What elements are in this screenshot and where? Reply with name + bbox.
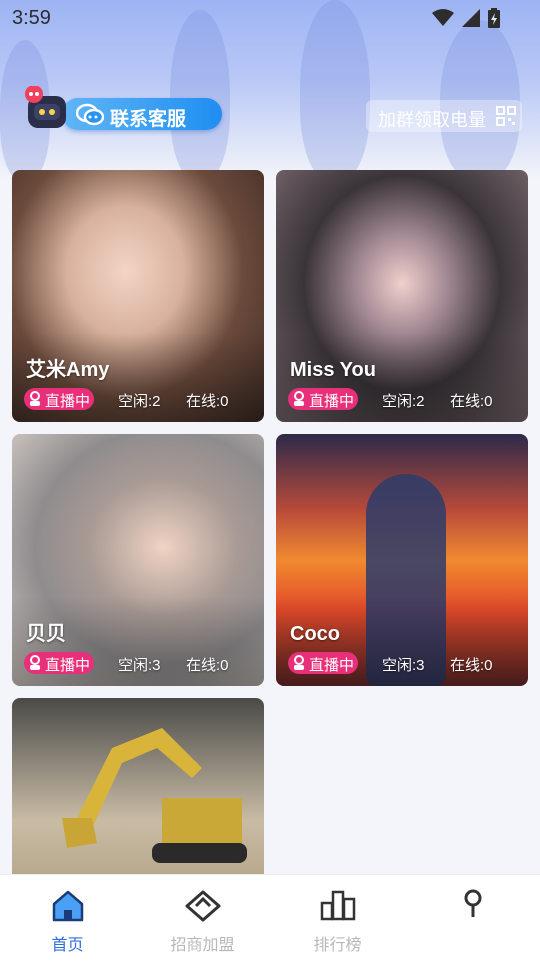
live-badge: 直播中: [288, 388, 358, 410]
chat-bubble-icon: [76, 103, 104, 126]
live-icon: [294, 391, 304, 406]
excavator-icon: [62, 728, 247, 863]
tab-franchise-label: 招商加盟: [170, 937, 235, 954]
qr-code-icon: [496, 106, 516, 126]
customer-service-label: 联系客服: [110, 109, 187, 130]
live-badge: 直播中: [288, 652, 358, 674]
streamer-card[interactable]: 艾米Amy 直播中 空闲:2 在线:0: [12, 170, 264, 422]
live-label: 直播中: [45, 657, 91, 674]
profile-icon: [464, 889, 481, 917]
online-count: 在线:0: [450, 393, 493, 410]
wifi-icon: [432, 9, 454, 26]
live-label: 直播中: [309, 657, 355, 674]
idle-count: 空闲:3: [382, 657, 425, 674]
streamer-card[interactable]: [12, 698, 264, 874]
live-label: 直播中: [309, 393, 355, 410]
bottom-tab-bar: 首页 招商加盟 排行榜: [0, 874, 540, 961]
tab-home[interactable]: 首页: [0, 875, 135, 961]
live-icon: [30, 655, 40, 670]
join-group-button[interactable]: 加群领取电量: [366, 100, 522, 132]
idle-count: 空闲:2: [382, 393, 425, 410]
idle-count: 空闲:2: [118, 393, 161, 410]
handshake-icon: [185, 890, 220, 922]
online-count: 在线:0: [450, 657, 493, 674]
status-bar: 3:59: [0, 0, 540, 36]
status-time: 3:59: [12, 7, 51, 29]
streamer-name: Coco: [290, 623, 340, 645]
live-badge: 直播中: [24, 652, 94, 674]
idle-count: 空闲:3: [118, 657, 161, 674]
customer-service-button[interactable]: 联系客服: [22, 86, 222, 132]
tab-profile[interactable]: [405, 875, 540, 961]
streamer-card[interactable]: Coco 直播中 空闲:3 在线:0: [276, 434, 528, 686]
tab-ranking-label: 排行榜: [313, 937, 362, 954]
tab-ranking[interactable]: 排行榜: [270, 875, 405, 961]
live-icon: [30, 391, 40, 406]
streamer-card[interactable]: Miss You 直播中 空闲:2 在线:0: [276, 170, 528, 422]
streamer-card[interactable]: 贝贝 直播中 空闲:3 在线:0: [12, 434, 264, 686]
signal-icon: [462, 9, 480, 27]
live-badge: 直播中: [24, 388, 94, 410]
battery-icon: [488, 8, 500, 28]
online-count: 在线:0: [186, 657, 229, 674]
tab-home-label: 首页: [51, 937, 84, 954]
home-icon: [52, 890, 83, 922]
streamer-name: Miss You: [290, 359, 376, 381]
streamer-name: 贝贝: [26, 623, 66, 645]
ranking-icon: [320, 890, 355, 921]
live-icon: [294, 655, 304, 670]
tab-franchise[interactable]: 招商加盟: [135, 875, 270, 961]
live-label: 直播中: [45, 393, 91, 410]
online-count: 在线:0: [186, 393, 229, 410]
streamer-name: 艾米Amy: [26, 359, 110, 381]
join-group-label: 加群领取电量: [378, 110, 486, 130]
robot-icon: [25, 86, 66, 128]
